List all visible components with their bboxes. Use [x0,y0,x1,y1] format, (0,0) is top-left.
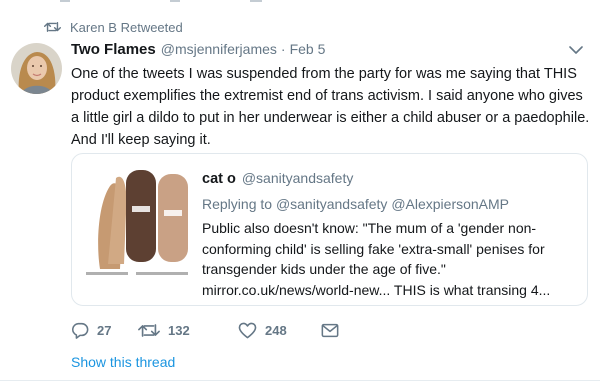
quoted-author: cat o @sanityandsafety [202,170,353,187]
replying-to-label: Replying to [202,196,273,212]
reply-count: 27 [97,322,112,338]
faded-icon [170,0,180,2]
author-handle[interactable]: @msjenniferjames [161,41,277,57]
message-icon [321,323,339,337]
separator-dot: · [280,41,286,57]
previous-tweet-actions-strip [0,0,600,6]
replying-to-line: Replying to @sanityandsafety @Alexpierso… [202,196,509,212]
replying-to-handles: @sanityandsafety @AlexpiersonAMP [275,196,510,212]
retweet-button[interactable]: 132 [138,322,228,339]
faded-icon [250,0,262,2]
tweet-header: Two Flames @msjenniferjames · Feb 5 [71,41,325,61]
retweet-icon [138,323,160,337]
avatar[interactable] [11,43,62,94]
quoted-tweet-card[interactable]: cat o @sanityandsafety Replying to @sani… [71,153,588,306]
tweet-text: One of the tweets I was suspended from t… [71,66,590,148]
reply-icon [72,322,89,339]
author-name[interactable]: Two Flames [71,41,156,58]
retweeted-by-label[interactable]: Karen B Retweeted [70,20,183,35]
timestamp[interactable]: Feb 5 [290,41,326,57]
direct-message-button[interactable] [321,323,339,338]
quoted-author-name: cat o [202,171,236,187]
quoted-author-handle: @sanityandsafety [241,170,354,186]
heart-icon [238,322,257,338]
faded-icon [60,0,70,2]
retweet-icon [44,22,61,32]
divider [0,380,600,381]
reply-button[interactable]: 27 [71,321,121,339]
quoted-tweet-image [80,164,195,292]
tweet-actions: 27 132 248 [71,319,339,341]
like-button[interactable]: 248 [238,322,308,339]
like-count: 248 [265,322,287,338]
quoted-tweet-text: Public also doesn't know: "The mum of a … [202,220,551,298]
retweet-context: Karen B Retweeted [44,17,183,37]
chevron-down-icon[interactable] [569,45,583,55]
retweet-count: 132 [168,322,190,338]
show-thread-link[interactable]: Show this thread [71,354,175,370]
